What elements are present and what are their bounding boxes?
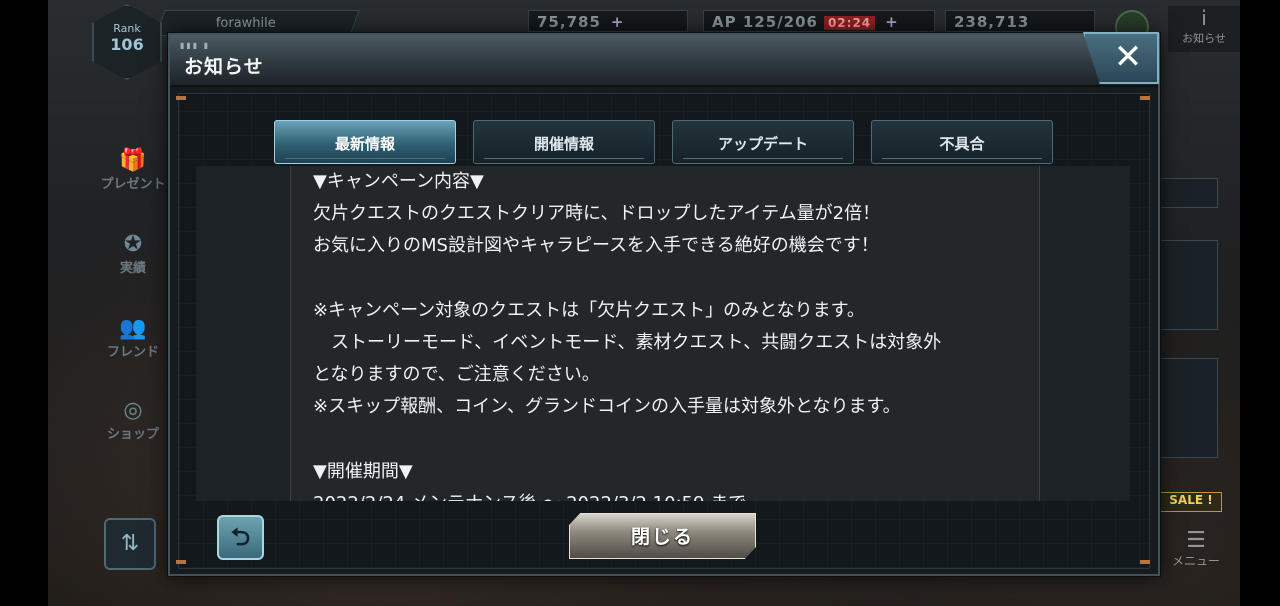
screen-edge-right [1240, 0, 1280, 606]
currency-counter: 75,785 + [528, 10, 688, 32]
rank-value: 106 [110, 35, 144, 54]
corner-marker [1140, 560, 1150, 564]
content-line: となりますので、ご注意ください。 [313, 364, 600, 386]
return-arrow-icon: ⮌ [230, 523, 251, 551]
coin-counter: 238,713 [945, 10, 1095, 32]
info-button[interactable]: i お知らせ [1168, 6, 1240, 52]
side-item-shop[interactable]: ◎ ショップ [96, 398, 170, 442]
tab-updates[interactable]: アップデート [672, 120, 854, 164]
dialog-header: ▮▮▮ ▮ お知らせ [170, 35, 1158, 87]
coin-stack-icon: ◎ [123, 398, 143, 423]
dialog-title: お知らせ [184, 56, 264, 78]
tab-latest[interactable]: 最新情報 [274, 120, 456, 164]
content-line: ▼開催期間▼ [313, 460, 413, 482]
medal-icon: ✪ [123, 232, 143, 257]
right-tile-3[interactable] [1160, 358, 1218, 458]
main-menu-button[interactable]: ☰ メニュー [1168, 530, 1224, 569]
unit-swap-button[interactable]: ⇅ [104, 518, 156, 570]
friends-icon: 👥 [119, 316, 147, 341]
close-x-icon: ✕ [1113, 37, 1143, 77]
close-button[interactable]: 閉じる [569, 513, 756, 559]
content-line: 欠片クエストのクエストクリア時に、ドロップしたアイテム量が2倍！ [313, 203, 881, 225]
content-line: ▼キャンペーン内容▼ [313, 171, 484, 192]
corner-marker [1140, 96, 1150, 100]
back-button[interactable]: ⮌ [217, 515, 264, 560]
corner-marker [176, 96, 186, 100]
rank-label: Rank [113, 22, 141, 35]
sale-badge[interactable]: SALE ! [1160, 492, 1222, 512]
content-line: 2022/2/24 メンテナンス後 〜 2022/3/2 10:59 まで [313, 488, 1033, 501]
gift-icon: 🎁 [119, 148, 147, 173]
content-line: ※スキップ報酬、コイン、グランドコインの入手量は対象外となります。 [313, 396, 901, 418]
ap-counter: AP 125/206 02:24 + [703, 10, 935, 32]
content-line: ストーリーモード、イベントモード、素材クエスト、共闘クエストは対象外 [313, 331, 942, 353]
hamburger-icon: ☰ [1186, 528, 1206, 553]
notice-content-scroll[interactable]: ▼キャンペーン内容▼ 欠片クエストのクエストクリア時に、ドロップしたアイテム量が… [290, 166, 1040, 501]
content-line [313, 424, 1033, 456]
side-item-present[interactable]: 🎁 プレゼント [96, 148, 170, 192]
add-ap-icon[interactable]: + [885, 13, 899, 31]
tab-events[interactable]: 開催情報 [473, 120, 655, 164]
screen-edge-left [0, 0, 48, 606]
add-currency-icon[interactable]: + [611, 13, 625, 31]
right-tile-1[interactable] [1160, 178, 1218, 208]
side-item-records[interactable]: ✪ 実績 [96, 232, 170, 276]
right-tile-2[interactable] [1160, 240, 1218, 330]
content-line [313, 263, 1033, 295]
corner-marker [176, 560, 186, 564]
info-icon: i [1201, 6, 1207, 30]
tab-bugs[interactable]: 不具合 [871, 120, 1053, 164]
ap-timer: 02:24 [823, 16, 876, 30]
header-decoration: ▮▮▮ ▮ [180, 41, 211, 50]
notice-text: ▼キャンペーン内容▼ 欠片クエストのクエストクリア時に、ドロップしたアイテム量が… [313, 166, 1033, 501]
swap-icon: ⇅ [120, 531, 140, 556]
side-item-friends[interactable]: 👥 フレンド [96, 316, 170, 360]
content-line: お気に入りのMS設計図やキャラピースを入手できる絶好の機会です！ [313, 235, 879, 257]
content-line: ※キャンペーン対象のクエストは「欠片クエスト」のみとなります。 [313, 299, 865, 321]
